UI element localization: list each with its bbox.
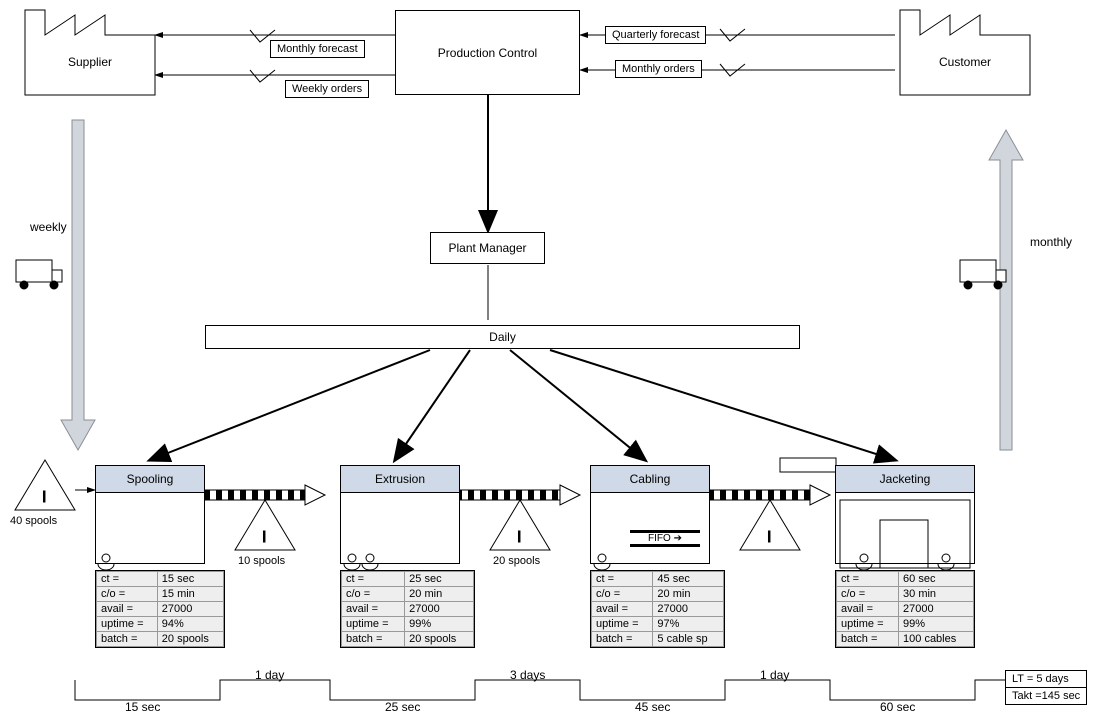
lt3: 1 day xyxy=(760,668,789,682)
lt2: 3 days xyxy=(510,668,545,682)
lt1: 1 day xyxy=(255,668,284,682)
process-jacketing: Jacketing xyxy=(835,465,975,564)
plant-manager-label: Plant Manager xyxy=(448,241,526,255)
data-jacketing: ct =60 sec c/o =30 min avail =27000 upti… xyxy=(835,570,975,648)
monthly-orders-label: Monthly orders xyxy=(615,60,702,78)
customer-label: Customer xyxy=(895,55,1035,69)
svg-text:I: I xyxy=(42,489,46,506)
process-extrusion-title: Extrusion xyxy=(341,466,459,493)
process-spooling: Spooling xyxy=(95,465,205,564)
supplier-label: Supplier xyxy=(20,55,160,69)
process-extrusion: Extrusion xyxy=(340,465,460,564)
daily-label: Daily xyxy=(489,330,516,344)
plant-manager-box: Plant Manager xyxy=(430,232,545,264)
summary-takt: Takt =145 sec xyxy=(1006,688,1086,704)
process-spooling-title: Spooling xyxy=(96,466,204,493)
svg-text:I: I xyxy=(262,529,266,546)
process-cabling-title: Cabling xyxy=(591,466,709,493)
production-control-label: Production Control xyxy=(438,46,537,60)
ct3: 45 sec xyxy=(635,700,670,714)
customer-shipment-freq: monthly xyxy=(1030,235,1072,249)
data-cabling: ct =45 sec c/o =20 min avail =27000 upti… xyxy=(590,570,725,648)
data-extrusion: ct =25 sec c/o =20 min avail =27000 upti… xyxy=(340,570,475,648)
quarterly-forecast-label: Quarterly forecast xyxy=(605,26,706,44)
monthly-forecast-label: Monthly forecast xyxy=(270,40,365,58)
svg-text:I: I xyxy=(767,529,771,546)
inv-post-spooling: 10 spools xyxy=(238,555,285,567)
svg-text:I: I xyxy=(517,529,521,546)
process-jacketing-title: Jacketing xyxy=(836,466,974,493)
process-cabling: Cabling xyxy=(590,465,710,564)
ct1: 15 sec xyxy=(125,700,160,714)
summary-box: LT = 5 days Takt =145 sec xyxy=(1005,670,1087,705)
weekly-orders-label: Weekly orders xyxy=(285,80,369,98)
data-spooling: ct =15 sec c/o =15 min avail =27000 upti… xyxy=(95,570,225,648)
ct2: 25 sec xyxy=(385,700,420,714)
supplier-shipment-freq: weekly xyxy=(30,220,67,234)
ct4: 60 sec xyxy=(880,700,915,714)
daily-bar: Daily xyxy=(205,325,800,349)
inv-pre-spooling: 40 spools xyxy=(10,515,57,527)
inv-post-extrusion: 20 spools xyxy=(493,555,540,567)
production-control-box: Production Control xyxy=(395,10,580,95)
summary-lt: LT = 5 days xyxy=(1006,671,1086,688)
